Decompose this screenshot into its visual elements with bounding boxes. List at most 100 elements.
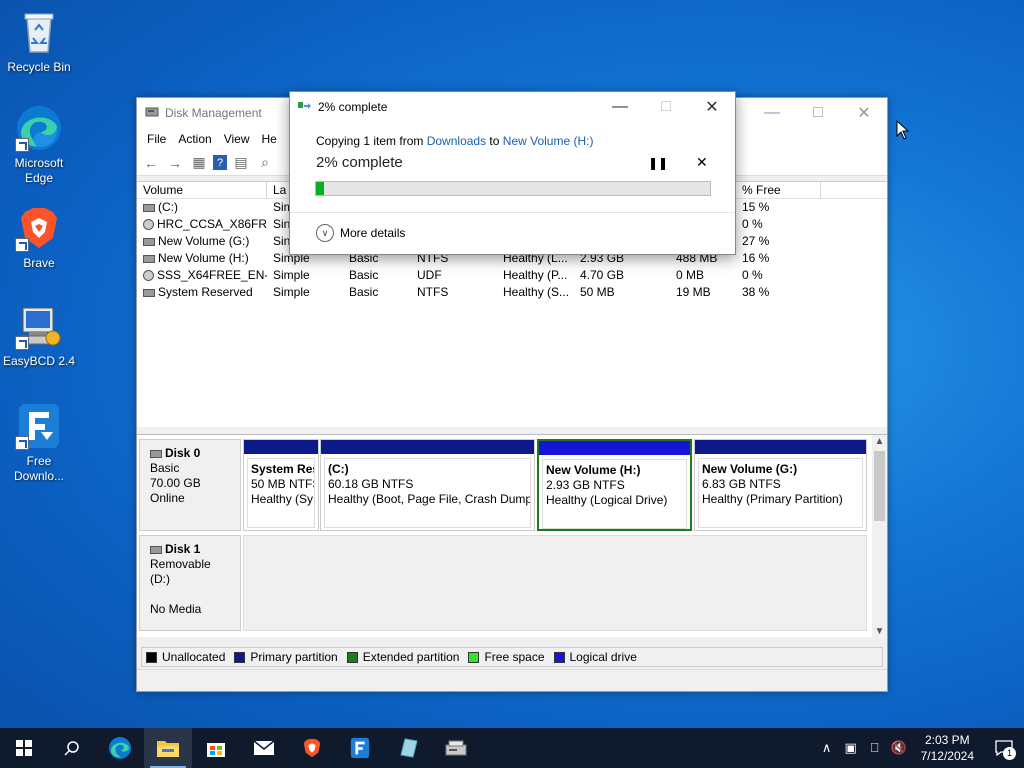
partition-g[interactable]: New Volume (G:) 6.83 GB NTFS Healthy (Pr… — [694, 439, 867, 531]
desktop-icon-brave[interactable]: Brave — [1, 204, 77, 271]
table-row[interactable]: System Reserved Simple Basic NTFS Health… — [137, 284, 887, 301]
volume-status: Healthy (P... — [503, 268, 568, 282]
status-bar — [137, 669, 887, 691]
taskbar-disk-management[interactable] — [432, 728, 480, 768]
volume-fs: NTFS — [417, 285, 449, 299]
help-icon[interactable]: ? — [213, 155, 227, 170]
volume-name: New Volume (G:) — [158, 234, 250, 248]
volume-name: (C:) — [158, 200, 178, 214]
desktop-icon-easybcd[interactable]: EasyBCD 2.4 — [1, 302, 77, 369]
volume-free: 0 MB — [676, 268, 705, 282]
partition-name: New Volume (G:) — [702, 462, 798, 476]
desktop-icon-edge[interactable]: Microsoft Edge — [1, 104, 77, 186]
desktop-icon-label: Free Downlo... — [13, 454, 65, 483]
partition-system-reserved[interactable]: System Res 50 MB NTFS Healthy (Sy — [243, 439, 319, 531]
legend-label: Logical drive — [569, 650, 637, 664]
pause-button[interactable]: ❚❚ — [648, 156, 668, 170]
taskbar-mail[interactable] — [240, 728, 288, 768]
forward-icon[interactable]: → — [165, 154, 185, 172]
desktop-icon-recycle-bin[interactable]: Recycle Bin — [1, 8, 77, 75]
cancel-button[interactable]: ✕ — [696, 154, 708, 171]
taskbar-free-download-manager[interactable] — [336, 728, 384, 768]
disc-drive-icon — [143, 219, 154, 231]
more-details-button[interactable]: ∨ More details — [316, 224, 405, 242]
partition-detail: 6.83 GB NTFS — [702, 477, 781, 491]
minimize-button[interactable]: — — [749, 98, 795, 128]
disk-management-icon — [445, 740, 467, 756]
close-button[interactable]: ✕ — [689, 92, 735, 122]
volume-percent-free: 16 % — [742, 251, 770, 265]
disk-0-row: Disk 0 Basic 70.00 GB Online System Res … — [137, 435, 872, 535]
taskbar-brave[interactable] — [288, 728, 336, 768]
properties-icon[interactable]: ▤ — [231, 154, 251, 172]
percent-complete-text: 2% complete — [316, 154, 403, 171]
menu-action[interactable]: Action — [172, 132, 217, 146]
destination-link[interactable]: New Volume (H:) — [503, 134, 594, 148]
notification-center-button[interactable]: 1 — [984, 728, 1024, 768]
taskbar-file-explorer[interactable] — [144, 728, 192, 768]
mail-icon — [253, 740, 275, 755]
chevron-up-icon[interactable]: ∧ — [815, 728, 839, 768]
taskbar-disk-tool[interactable] — [384, 728, 432, 768]
drive-icon — [143, 203, 155, 212]
console-tree-icon[interactable]: ▦ — [189, 154, 209, 172]
network-icon[interactable]: ⎕ — [863, 728, 887, 768]
search-button[interactable] — [48, 728, 96, 768]
shortcut-arrow-icon — [15, 336, 29, 350]
divider — [290, 212, 735, 213]
search-icon[interactable]: ⌕ — [255, 154, 275, 172]
start-button[interactable] — [0, 728, 48, 768]
volume-type: Basic — [349, 285, 379, 299]
volume-muted-icon[interactable]: 🔇 — [887, 728, 911, 768]
partition-detail: 50 MB NTFS — [251, 477, 315, 491]
source-link[interactable]: Downloads — [427, 134, 486, 148]
table-row[interactable]: SSS_X64FREE_EN-... Simple Basic UDF Heal… — [137, 267, 887, 284]
menu-file[interactable]: File — [141, 132, 172, 146]
desktop-icon-free-download-manager[interactable]: Free Downlo... — [1, 402, 77, 484]
maximize-button[interactable]: □ — [795, 98, 841, 128]
legend-swatch — [234, 651, 246, 663]
scroll-down-icon[interactable]: ▼ — [872, 626, 887, 637]
menu-help[interactable]: He — [256, 132, 283, 146]
volume-name: SSS_X64FREE_EN-... — [157, 268, 267, 282]
menu-view[interactable]: View — [218, 132, 256, 146]
volume-name: New Volume (H:) — [158, 251, 249, 265]
legend-swatch — [553, 651, 565, 663]
disk-1-label[interactable]: Disk 1 Removable (D:) No Media — [139, 535, 241, 631]
legend-label: Extended partition — [362, 650, 460, 664]
partition-name: New Volume (H:) — [546, 463, 641, 477]
edge-icon — [109, 737, 131, 759]
legend-item: Free space — [468, 650, 545, 664]
meet-now-icon[interactable]: ▣ — [839, 728, 863, 768]
disk-1-row: Disk 1 Removable (D:) No Media — [137, 535, 872, 635]
clock[interactable]: 2:03 PM 7/12/2024 — [911, 732, 984, 764]
disk-0-label[interactable]: Disk 0 Basic 70.00 GB Online — [139, 439, 241, 531]
desktop-icon-label: Recycle Bin — [7, 60, 71, 74]
column-volume[interactable]: Volume — [137, 182, 267, 198]
vertical-scrollbar[interactable]: ▲ ▼ — [872, 435, 887, 638]
scroll-up-icon[interactable]: ▲ — [872, 436, 887, 447]
minimize-button[interactable]: — — [597, 92, 643, 122]
search-icon — [64, 741, 79, 756]
scroll-thumb[interactable] — [874, 451, 885, 521]
back-icon[interactable]: ← — [141, 154, 161, 172]
taskbar-edge[interactable] — [96, 728, 144, 768]
volume-percent-free: 0 % — [742, 268, 763, 282]
edge-icon — [15, 104, 63, 152]
column-percent-free[interactable]: % Free — [736, 182, 821, 198]
taskbar-store[interactable] — [192, 728, 240, 768]
shortcut-arrow-icon — [15, 436, 29, 450]
partition-c[interactable]: (C:) 60.18 GB NTFS Healthy (Boot, Page F… — [320, 439, 535, 531]
chevron-down-icon: ∨ — [316, 224, 334, 242]
volume-name: System Reserved — [158, 285, 253, 299]
partition-h[interactable]: New Volume (H:) 2.93 GB NTFS Healthy (Lo… — [537, 439, 692, 531]
legend-bar: Unallocated Primary partition Extended p… — [141, 647, 883, 667]
copy-progress-dialog: 2% complete — □ ✕ Copying 1 item from Do… — [289, 91, 736, 255]
copy-dialog-titlebar[interactable]: 2% complete — □ ✕ — [290, 92, 735, 122]
close-button[interactable]: ✕ — [841, 98, 887, 128]
volume-capacity: 50 MB — [580, 285, 615, 299]
shortcut-arrow-icon — [15, 238, 29, 252]
disk-name: Disk 1 — [165, 542, 201, 556]
volume-status: Healthy (S... — [503, 285, 570, 299]
partition-detail: 2.93 GB NTFS — [546, 478, 625, 492]
